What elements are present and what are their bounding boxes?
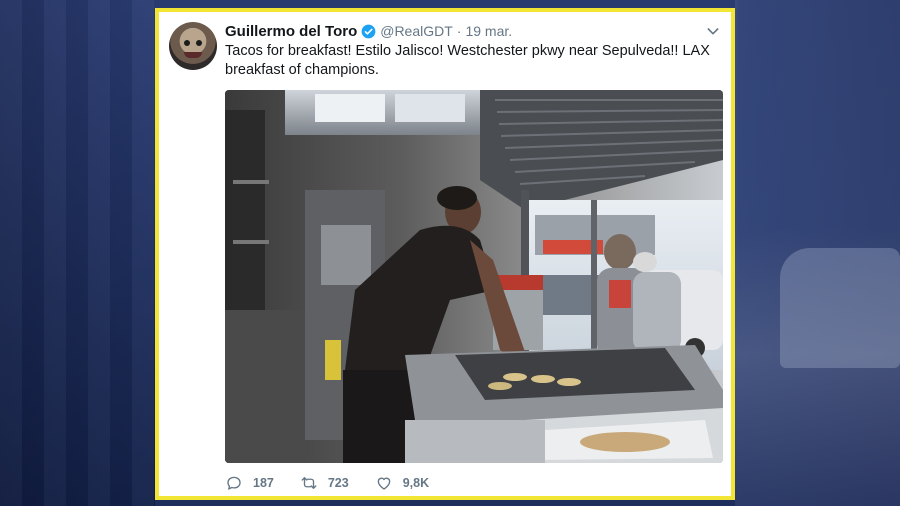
like-count: 9,8K [402,476,430,490]
retweet-count: 723 [327,476,349,490]
tweet-date[interactable]: 19 mar. [465,23,512,39]
user-handle[interactable]: @RealGDT [380,23,453,39]
tweet-text: Tacos for breakfast! Estilo Jalisco! Wes… [225,43,710,78]
avatar-eye [196,40,202,46]
tweet-card: Guillermo del Toro @RealGDT · 19 mar. Ta… [155,8,735,500]
background-left-panel [0,0,155,506]
avatar[interactable] [169,22,217,70]
display-name[interactable]: Guillermo del Toro [225,23,357,40]
reply-count: 187 [253,476,274,490]
food-truck-photo [225,90,723,463]
retweet-button[interactable]: 723 [300,474,349,492]
avatar-eye [184,40,190,46]
tweet-photo[interactable] [225,90,723,463]
reply-icon [227,476,241,490]
separator-dot: · [456,23,462,39]
chevron-down-icon[interactable] [705,23,721,39]
retweet-icon [301,477,317,489]
tweet-header: Guillermo del Toro @RealGDT · 19 mar. [225,20,721,42]
tweet-actions: 187 723 9,8K [225,474,455,492]
verified-badge-icon [361,24,376,38]
heart-icon [377,477,391,490]
like-button[interactable]: 9,8K [375,474,429,492]
background-car [780,248,900,368]
reply-button[interactable]: 187 [225,474,274,492]
avatar-mouth [184,52,202,58]
